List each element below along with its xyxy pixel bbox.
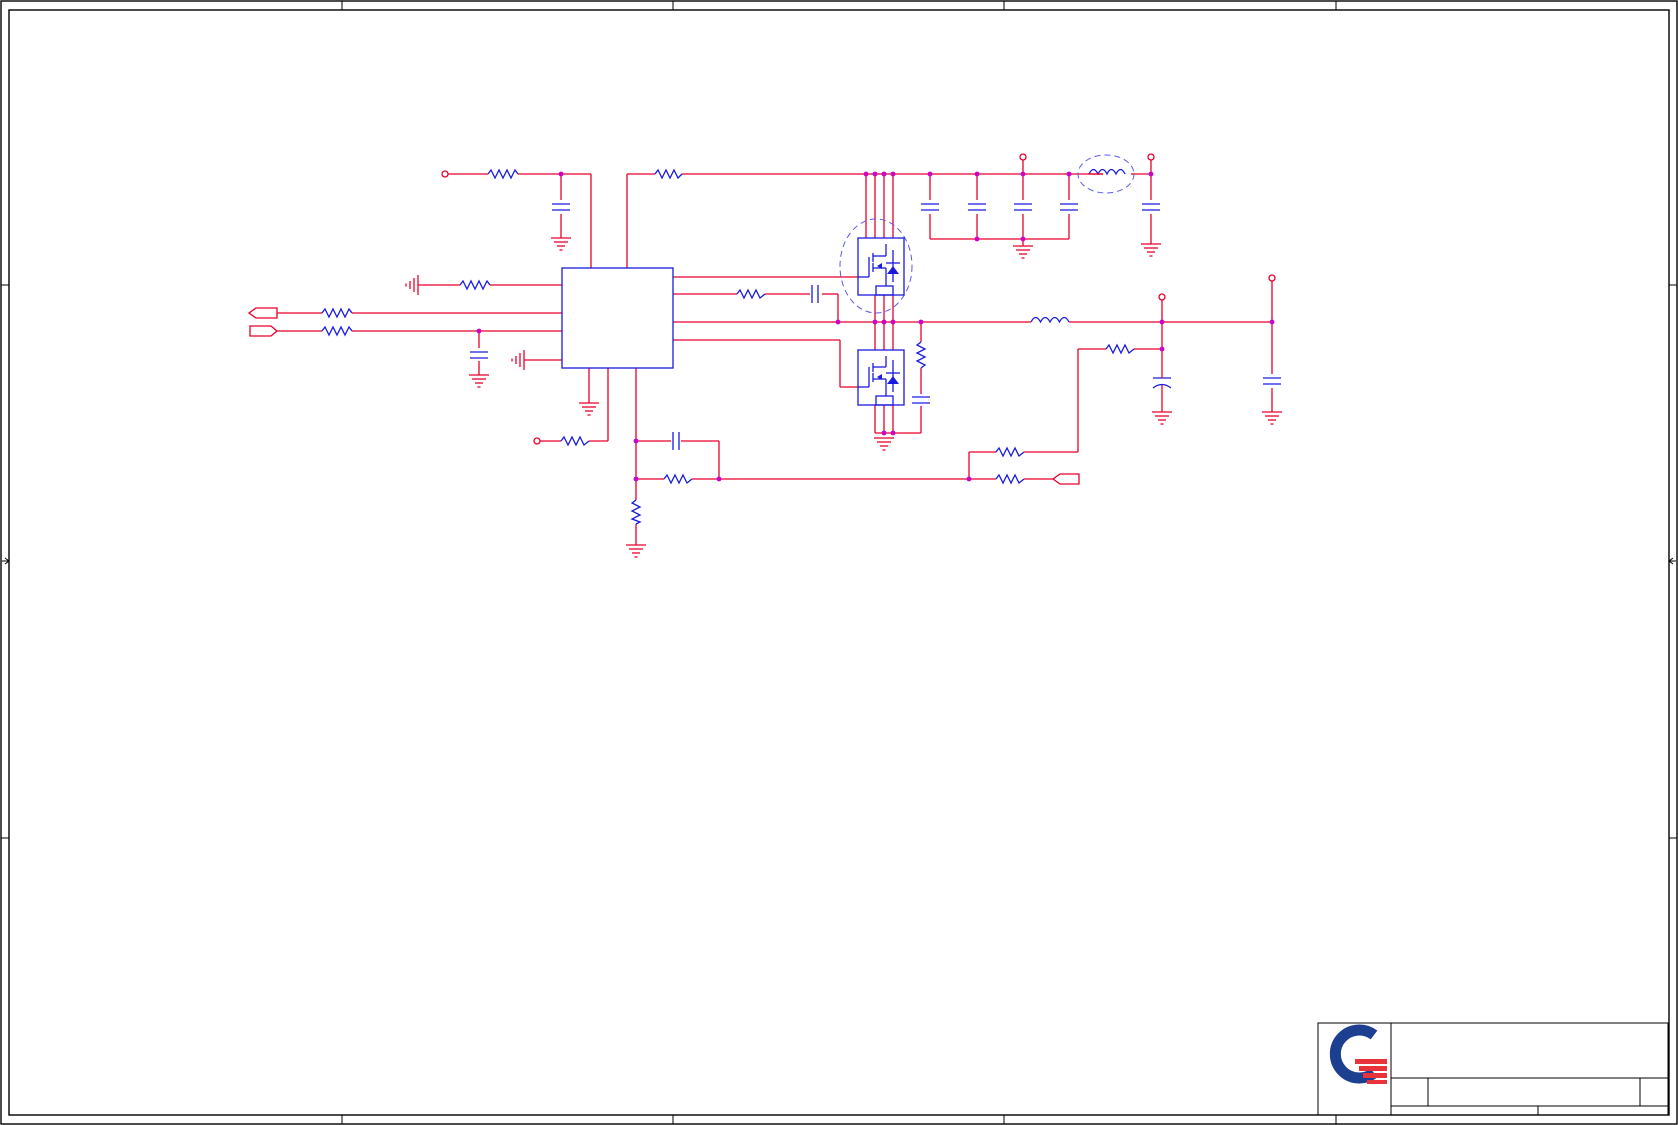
input-inductor-icon bbox=[1088, 168, 1126, 176]
title-block bbox=[1317, 1022, 1669, 1116]
junction-dot bbox=[1159, 346, 1165, 352]
ground-icon bbox=[1012, 245, 1034, 259]
mosfet-icon bbox=[858, 356, 887, 396]
wires bbox=[277, 159, 1273, 545]
resistor-icon bbox=[915, 341, 927, 369]
junction-dot bbox=[1159, 319, 1165, 325]
buck-controller-ic bbox=[561, 267, 674, 369]
junction-dot bbox=[890, 171, 896, 177]
mosfet-icon bbox=[858, 244, 887, 286]
resistor-icon bbox=[995, 473, 1025, 485]
power-flag-icon bbox=[1158, 293, 1166, 301]
capacitor-icon bbox=[552, 203, 570, 211]
ground-icon bbox=[468, 374, 490, 388]
output-polarized-capacitor-icon bbox=[1152, 374, 1172, 389]
output-inductor-icon bbox=[1030, 316, 1070, 324]
power-flag-icon bbox=[1268, 274, 1276, 282]
ground-icon bbox=[625, 544, 647, 558]
junction-dot bbox=[1066, 171, 1072, 177]
ground-icon bbox=[550, 237, 572, 251]
low-side-mosfet bbox=[857, 349, 905, 406]
capacitor-icon bbox=[1060, 203, 1078, 211]
junction-dot bbox=[881, 171, 887, 177]
power-flag-icon bbox=[533, 437, 541, 445]
junction-dot bbox=[1020, 171, 1026, 177]
ground-icon bbox=[511, 349, 525, 371]
zone-ticks bbox=[1, 1, 1677, 1124]
ports bbox=[247, 307, 1080, 485]
junction-dot bbox=[716, 476, 722, 482]
junction-dot bbox=[633, 438, 639, 444]
junction-dot bbox=[1020, 236, 1026, 242]
power-flag-icon bbox=[1147, 153, 1155, 161]
junction-dot bbox=[863, 171, 869, 177]
input-port-1-icon bbox=[247, 307, 278, 319]
resistor-icon bbox=[459, 279, 491, 291]
resistor-icon bbox=[736, 288, 766, 300]
capacitor-icon bbox=[672, 432, 680, 450]
ground-icon bbox=[1140, 243, 1162, 257]
body-diode-icon bbox=[886, 360, 900, 392]
junction-dot bbox=[966, 476, 972, 482]
schematic-sheet bbox=[0, 0, 1678, 1125]
resistor-icon bbox=[654, 168, 683, 180]
ground-symbols bbox=[405, 237, 1283, 558]
capacitor-icon bbox=[921, 203, 939, 211]
power-flag-icon bbox=[1019, 153, 1027, 161]
capacitor-icon bbox=[811, 285, 819, 303]
junction-dot bbox=[835, 319, 841, 325]
resistor-icon bbox=[560, 435, 590, 447]
junction-dot bbox=[890, 430, 896, 436]
resistor-icon bbox=[995, 446, 1025, 458]
ground-icon bbox=[1151, 411, 1173, 425]
junction-dot bbox=[881, 430, 887, 436]
ground-icon bbox=[1261, 411, 1283, 425]
junction-dot bbox=[558, 171, 564, 177]
ground-icon bbox=[405, 274, 419, 296]
junction-dot bbox=[476, 328, 482, 334]
power-flag-icon bbox=[441, 170, 449, 178]
capacitor-icon bbox=[912, 396, 930, 404]
high-side-mosfet bbox=[839, 218, 913, 314]
capacitor-icon bbox=[470, 351, 488, 359]
feedback-port-icon bbox=[1051, 473, 1080, 485]
resistors bbox=[321, 168, 1135, 525]
sheet-border bbox=[0, 0, 1678, 1125]
junction-dot bbox=[974, 236, 980, 242]
resistor-icon bbox=[1105, 343, 1135, 355]
junction-dot bbox=[881, 319, 887, 325]
resistor-icon bbox=[321, 307, 353, 319]
junction-dot bbox=[890, 319, 896, 325]
resistor-icon bbox=[663, 473, 693, 485]
resistor-icon bbox=[630, 499, 642, 525]
high-side-mosfet-highlight bbox=[839, 218, 913, 314]
junction-dot bbox=[872, 171, 878, 177]
resistor-icon bbox=[321, 325, 353, 337]
junction-dot bbox=[633, 476, 639, 482]
body-diode-icon bbox=[886, 250, 900, 282]
resistor-icon bbox=[487, 168, 519, 180]
junction-dot bbox=[872, 319, 878, 325]
junction-dot bbox=[1148, 171, 1154, 177]
junction-dot bbox=[974, 171, 980, 177]
junction-dot bbox=[918, 319, 924, 325]
capacitor-icon bbox=[1014, 203, 1032, 211]
ground-icon bbox=[873, 437, 895, 451]
capacitor-icon bbox=[1263, 377, 1281, 385]
ground-icon bbox=[578, 402, 600, 416]
junction-dot bbox=[927, 171, 933, 177]
input-port-2-icon bbox=[249, 325, 279, 337]
capacitor-icon bbox=[968, 203, 986, 211]
junction-dot bbox=[1269, 319, 1275, 325]
capacitor-icon bbox=[1142, 203, 1160, 211]
company-logo bbox=[1329, 1024, 1387, 1084]
